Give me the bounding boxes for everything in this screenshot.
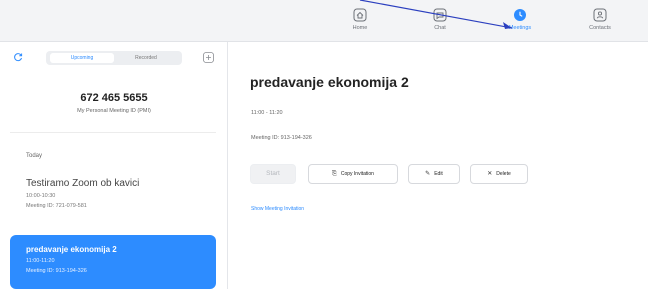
meeting-id: Meeting ID: 913-194-326	[26, 268, 87, 274]
nav-meetings-label: Meetings	[508, 25, 532, 31]
nav-contacts[interactable]: Contacts	[570, 8, 630, 31]
meeting-time: 10:00-10:30	[26, 193, 56, 199]
upcoming-recorded-toggle: Upcoming Recorded	[46, 51, 182, 65]
refresh-icon[interactable]	[13, 52, 23, 62]
meeting-detail-time: 11:00 - 11:20	[251, 110, 283, 116]
pencil-icon: ✎	[425, 171, 431, 177]
edit-button[interactable]: ✎ Edit	[408, 164, 460, 184]
meeting-detail-id: Meeting ID: 913-194-326	[251, 135, 312, 141]
show-invitation-link[interactable]: Show Meeting Invitation	[251, 206, 304, 212]
close-icon: ✕	[487, 171, 493, 177]
clock-icon	[514, 9, 526, 21]
nav-chat-label: Chat	[434, 25, 446, 31]
edit-label: Edit	[434, 171, 443, 177]
meeting-time: 11:00-11:20	[26, 258, 55, 264]
divider	[10, 132, 216, 133]
meeting-list-item[interactable]: Testiramo Zoom ob kavici 10:00-10:30 Mee…	[26, 178, 139, 209]
chat-icon	[433, 8, 447, 22]
home-icon	[353, 8, 367, 22]
copy-icon: ⎘	[332, 171, 337, 177]
meeting-detail-title: predavanje ekonomija 2	[250, 74, 409, 90]
section-today: Today	[26, 153, 43, 159]
nav-chat[interactable]: Chat	[410, 8, 470, 31]
tab-recorded[interactable]: Recorded	[114, 53, 178, 63]
meeting-list-item-selected[interactable]: predavanje ekonomija 2 11:00-11:20 Meeti…	[10, 235, 216, 289]
top-nav-bar: Home Chat Meetings Contacts	[0, 0, 648, 42]
pmi-label: My Personal Meeting ID (PMI)	[77, 108, 151, 114]
meeting-title: predavanje ekonomija 2	[26, 245, 117, 254]
meetings-sidebar: Upcoming Recorded 672 465 5655 My Person…	[0, 42, 228, 289]
meeting-title: Testiramo Zoom ob kavici	[26, 178, 140, 189]
nav-meetings[interactable]: Meetings	[490, 8, 550, 31]
nav-contacts-label: Contacts	[589, 25, 611, 31]
delete-label: Delete	[496, 171, 511, 177]
nav-home[interactable]: Home	[330, 8, 390, 31]
nav-home-label: Home	[352, 25, 368, 31]
meeting-id: Meeting ID: 721-079-581	[26, 203, 87, 209]
add-meeting-icon[interactable]	[203, 52, 214, 63]
start-button[interactable]: Start	[250, 164, 296, 184]
tab-upcoming[interactable]: Upcoming	[50, 53, 114, 63]
copy-invitation-button[interactable]: ⎘ Copy Invitation	[308, 164, 398, 184]
delete-button[interactable]: ✕ Delete	[470, 164, 528, 184]
pmi-number: 672 465 5655	[80, 92, 148, 104]
copy-invitation-label: Copy Invitation	[340, 171, 374, 177]
contacts-icon	[593, 8, 607, 22]
